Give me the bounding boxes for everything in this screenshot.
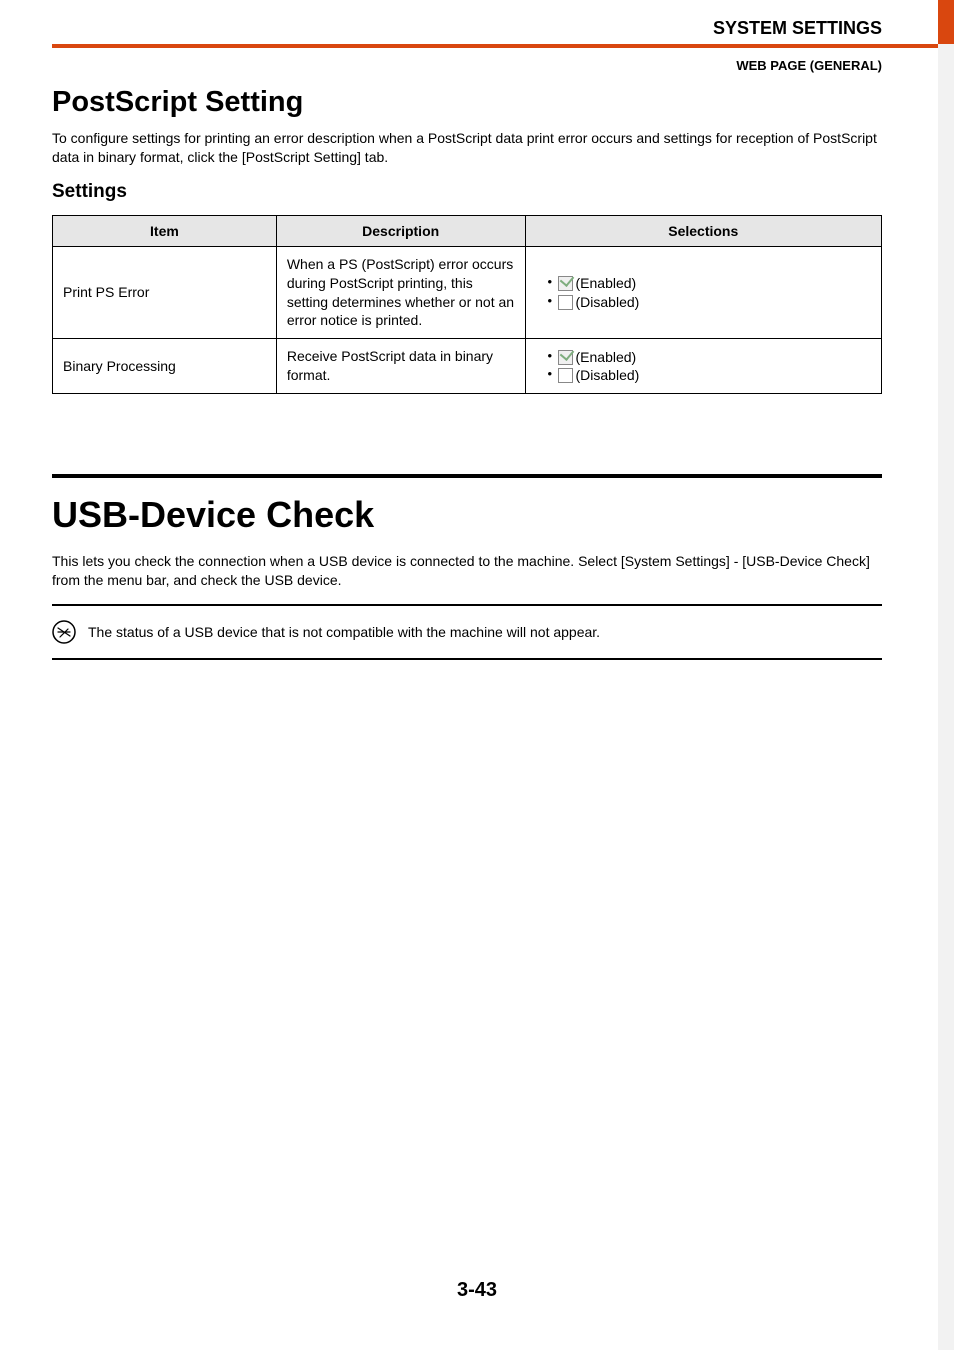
- selection-option: (Enabled): [548, 274, 871, 292]
- note-text: The status of a USB device that is not c…: [88, 624, 600, 640]
- selection-option: (Disabled): [548, 366, 871, 384]
- cell-item: Binary Processing: [53, 339, 277, 394]
- cell-description: Receive PostScript data in binary format…: [276, 339, 525, 394]
- note-icon: [52, 620, 76, 644]
- selection-label: (Enabled): [576, 349, 637, 365]
- selection-label: (Enabled): [576, 275, 637, 291]
- cell-selections: (Enabled) (Disabled): [525, 246, 881, 339]
- page-header-title: SYSTEM SETTINGS: [713, 18, 882, 39]
- section1-intro: To configure settings for printing an er…: [52, 129, 882, 167]
- cell-item: Print PS Error: [53, 246, 277, 339]
- note-rule-bot: [52, 658, 882, 660]
- table-row: Print PS Error When a PS (PostScript) er…: [53, 246, 882, 339]
- selection-label: (Disabled): [576, 294, 640, 310]
- th-description: Description: [276, 215, 525, 246]
- cell-selections: (Enabled) (Disabled): [525, 339, 881, 394]
- th-selections: Selections: [525, 215, 881, 246]
- settings-table: Item Description Selections Print PS Err…: [52, 215, 882, 394]
- cell-description: When a PS (PostScript) error occurs duri…: [276, 246, 525, 339]
- section2-intro: This lets you check the connection when …: [52, 552, 882, 590]
- side-tab-accent: [938, 0, 954, 44]
- th-item: Item: [53, 215, 277, 246]
- section-divider: [52, 474, 882, 478]
- selection-option: (Enabled): [548, 348, 871, 366]
- section1-heading: PostScript Setting: [52, 86, 882, 119]
- section1-subheading: Settings: [52, 181, 882, 203]
- checkbox-icon: [558, 368, 573, 383]
- checkbox-icon: [558, 350, 573, 365]
- note-rule-top: [52, 604, 882, 606]
- note-row: The status of a USB device that is not c…: [52, 616, 882, 648]
- page-number: 3-43: [0, 1279, 954, 1302]
- header-rule: [52, 44, 938, 48]
- checkbox-icon: [558, 276, 573, 291]
- checkbox-icon: [558, 295, 573, 310]
- selection-option: (Disabled): [548, 293, 871, 311]
- section2-heading: USB-Device Check: [52, 494, 882, 536]
- breadcrumb: WEB PAGE (GENERAL): [736, 58, 882, 73]
- table-row: Binary Processing Receive PostScript dat…: [53, 339, 882, 394]
- side-tab-grey: [938, 44, 954, 1350]
- selection-label: (Disabled): [576, 367, 640, 383]
